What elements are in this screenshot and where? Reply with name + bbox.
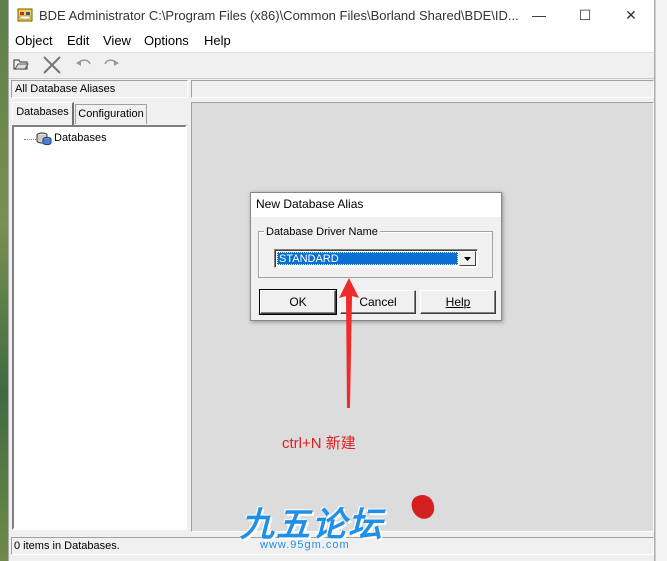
close-icon: ✕ xyxy=(625,7,637,23)
tab-databases[interactable]: Databases xyxy=(12,102,74,125)
tree-root-databases[interactable]: Databases xyxy=(54,132,107,144)
dialog-title[interactable]: New Database Alias xyxy=(251,193,501,217)
redo-button[interactable] xyxy=(101,56,121,74)
maximize-icon: ☐ xyxy=(578,7,592,23)
all-aliases-header: All Database Aliases xyxy=(11,80,188,98)
driver-group-label: Database Driver Name xyxy=(264,226,380,238)
undo-icon xyxy=(76,59,91,66)
title-bar[interactable]: BDE Administrator C:\Program Files (x86)… xyxy=(9,0,654,31)
new-database-alias-dialog: New Database Alias Database Driver Name … xyxy=(250,192,502,321)
background-window-edge xyxy=(655,0,667,561)
open-button[interactable] xyxy=(11,56,31,74)
bde-app-icon xyxy=(17,8,33,22)
undo-button[interactable] xyxy=(74,56,94,74)
menu-bar: Object Edit View Options Help xyxy=(9,31,654,53)
maximize-button[interactable]: ☐ xyxy=(562,0,608,31)
menu-edit[interactable]: Edit xyxy=(67,33,89,48)
window-title: BDE Administrator C:\Program Files (x86)… xyxy=(39,8,519,23)
delete-button[interactable] xyxy=(42,56,62,74)
menu-view[interactable]: View xyxy=(103,33,131,48)
database-tree[interactable]: Databases xyxy=(12,125,187,530)
toolbar xyxy=(9,53,654,79)
open-folder-icon xyxy=(13,59,29,70)
shortcut-annotation: ctrl+N 新建 xyxy=(282,435,356,452)
databases-icon xyxy=(36,132,52,146)
chevron-down-icon xyxy=(464,257,471,261)
ok-button[interactable]: OK xyxy=(259,289,337,315)
forum-watermark: 九五论坛 www.95gm.com xyxy=(232,493,436,557)
menu-help[interactable]: Help xyxy=(204,33,231,48)
driver-selected-value: STANDARD xyxy=(277,252,458,265)
watermark-url: www.95gm.com xyxy=(260,539,350,551)
annotation-arrow xyxy=(339,278,359,408)
menu-object[interactable]: Object xyxy=(15,33,53,48)
redo-icon xyxy=(104,59,119,66)
minimize-icon: — xyxy=(532,7,546,23)
dropdown-button[interactable] xyxy=(459,251,476,266)
definition-header-box xyxy=(191,80,654,98)
menu-options[interactable]: Options xyxy=(144,33,189,48)
help-button[interactable]: Help xyxy=(420,290,496,314)
delete-x-icon xyxy=(43,56,61,74)
desktop-background-left xyxy=(0,0,8,561)
minimize-button[interactable]: — xyxy=(516,0,562,31)
close-button[interactable]: ✕ xyxy=(608,0,654,31)
driver-name-select[interactable]: STANDARD xyxy=(274,249,478,268)
tab-configuration[interactable]: Configuration xyxy=(75,104,147,124)
